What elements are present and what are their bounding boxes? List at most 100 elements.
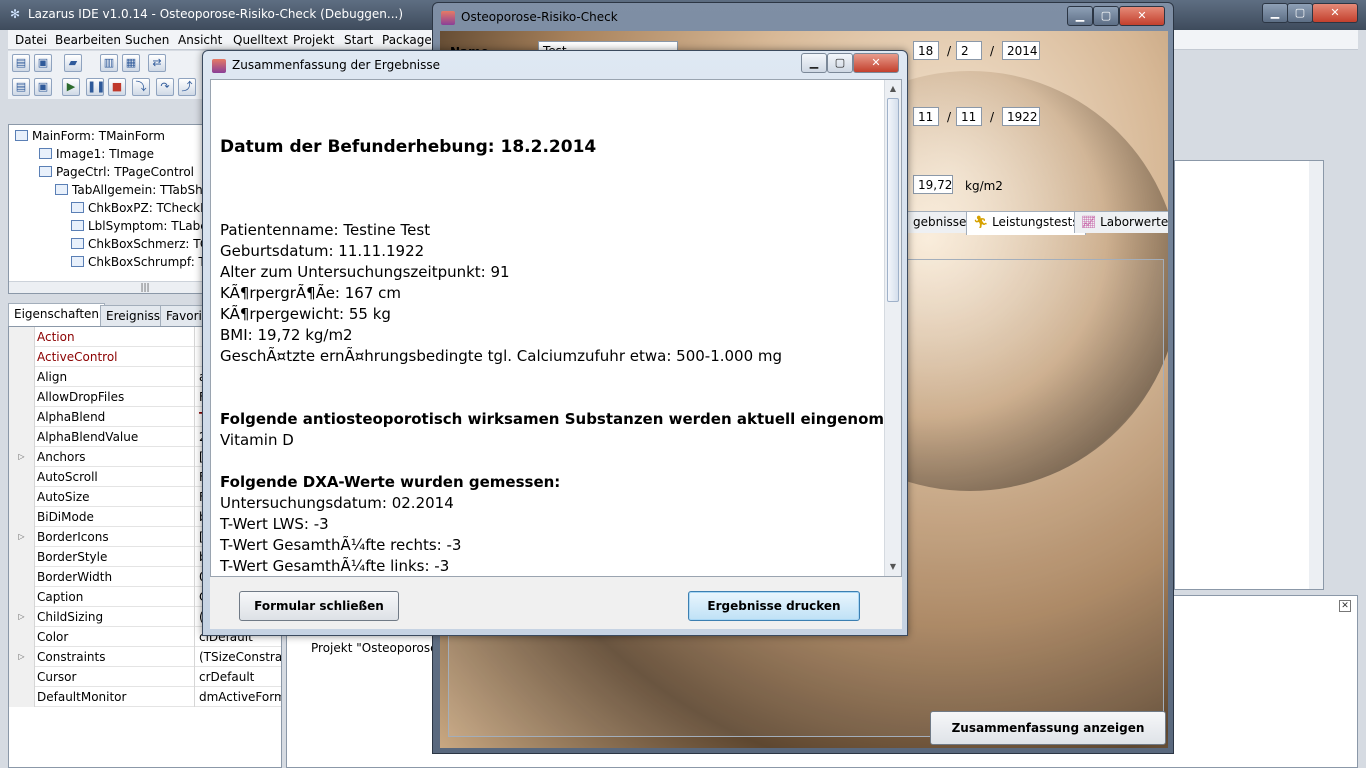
maximize-button[interactable]: ▢ — [1287, 3, 1313, 23]
property-row[interactable]: Cursor crDefault — [9, 667, 281, 687]
date-separator: / — [990, 110, 995, 124]
property-name: Align — [37, 370, 68, 384]
tab-eigenschaften[interactable]: Eigenschaften — [8, 303, 106, 326]
property-name: DefaultMonitor — [37, 690, 127, 704]
run-icon[interactable]: ▶ — [62, 78, 80, 96]
save-icon[interactable]: ▥ — [100, 54, 118, 72]
birth-year-field[interactable]: 1922 — [1002, 107, 1040, 126]
property-value[interactable]: dmActiveForm — [194, 687, 281, 707]
bmi-unit-label: kg/m2 — [965, 179, 1003, 193]
tree-item-image1[interactable]: Image1: TImage — [39, 147, 154, 164]
expand-arrow-icon[interactable]: ▷ — [9, 527, 35, 547]
view-units-icon[interactable]: ▤ — [12, 78, 30, 96]
tree-item-mainform[interactable]: MainForm: TMainForm — [15, 129, 165, 146]
maximize-button[interactable]: ▢ — [1093, 6, 1119, 26]
property-value[interactable]: (TSizeConstraint — [194, 647, 281, 667]
dialog-title: Zusammenfassung der Ergebnisse — [232, 58, 441, 72]
close-form-button[interactable]: Formular schließen — [239, 591, 399, 621]
stop-icon[interactable]: ■ — [108, 78, 126, 96]
bmi-field[interactable]: 19,72 — [913, 175, 953, 194]
close-button[interactable]: ✕ — [853, 53, 899, 73]
menu-datei[interactable]: Datei — [15, 33, 47, 47]
minimize-button[interactable]: ▁ — [801, 53, 827, 73]
scroll-thumb[interactable] — [887, 98, 899, 302]
component-node-icon — [71, 238, 84, 249]
row-gutter — [9, 427, 35, 447]
component-node-icon — [71, 256, 84, 267]
dxa-line: T-Wert LWS: -3 — [220, 515, 329, 533]
close-button[interactable]: ✕ — [1119, 6, 1165, 26]
row-gutter — [9, 507, 35, 527]
property-value[interactable]: crDefault — [194, 667, 281, 687]
menu-package[interactable]: Package — [382, 33, 432, 47]
tree-item-lblsymptom[interactable]: LblSymptom: TLabel — [71, 219, 211, 236]
pause-icon[interactable]: ❚❚ — [86, 78, 105, 96]
property-name: AlphaBlend — [37, 410, 106, 424]
tree-item-chkboxpz[interactable]: ChkBoxPZ: TCheckBo — [71, 201, 216, 218]
row-gutter — [9, 327, 35, 347]
component-node-icon — [71, 202, 84, 213]
property-row[interactable]: DefaultMonitor dmActiveForm — [9, 687, 281, 707]
tree-item-pagectrl[interactable]: PageCtrl: TPageControl — [39, 165, 194, 182]
menu-bearbeiten[interactable]: Bearbeiten — [55, 33, 121, 47]
form-title: Osteoporose-Risiko-Check — [461, 10, 618, 24]
report-title: Datum der Befunderhebung: 18.2.2014 — [220, 137, 597, 157]
scroll-down-arrow-icon[interactable]: ▼ — [887, 560, 899, 574]
row-gutter — [9, 587, 35, 607]
tree-item-taballgemein[interactable]: TabAllgemein: TTabShee — [55, 183, 217, 200]
print-results-button[interactable]: Ergebnisse drucken — [688, 591, 860, 621]
editor-scrollbar[interactable] — [1309, 161, 1323, 589]
step-out-icon[interactable]: ⤴ — [178, 78, 196, 96]
scroll-up-arrow-icon[interactable]: ▲ — [887, 82, 899, 96]
tree-item-chkboxschrumpf[interactable]: ChkBoxSchrumpf: TC — [71, 255, 214, 272]
menu-ansicht[interactable]: Ansicht — [178, 33, 222, 47]
expand-arrow-icon[interactable]: ▷ — [9, 447, 35, 467]
property-name: BiDiMode — [37, 510, 94, 524]
message-line: Projekt "Osteoporose-R — [311, 641, 451, 655]
property-name: AutoSize — [37, 490, 90, 504]
report-text-area[interactable]: Datum der Befunderhebung: 18.2.2014 Pati… — [210, 79, 902, 577]
dialog-body: Datum der Befunderhebung: 18.2.2014 Pati… — [210, 79, 902, 629]
maximize-button[interactable]: ▢ — [827, 53, 853, 73]
tree-item-chkboxschmerz[interactable]: ChkBoxSchmerz: TCh — [71, 237, 216, 254]
menu-suchen[interactable]: Suchen — [125, 33, 169, 47]
birth-day-field[interactable]: 11 — [913, 107, 939, 126]
menu-projekt[interactable]: Projekt — [293, 33, 334, 47]
new-unit-icon[interactable]: ▤ — [12, 54, 30, 72]
step-into-icon[interactable]: ⤵ — [132, 78, 150, 96]
tab-ergebnisse[interactable]: gebnisse — [906, 211, 974, 233]
property-name: Constraints — [37, 650, 106, 664]
property-row[interactable]: ▷Constraints (TSizeConstraint — [9, 647, 281, 667]
summary-dialog: Zusammenfassung der Ergebnisse ▁ ▢ ✕ Dat… — [202, 50, 908, 636]
ide-title: Lazarus IDE v1.0.14 - Osteoporose-Risiko… — [28, 7, 404, 21]
exam-month-field[interactable]: 2 — [956, 41, 982, 60]
show-summary-button[interactable]: Zusammenfassung anzeigen — [930, 711, 1166, 745]
step-over-icon[interactable]: ↷ — [156, 78, 174, 96]
property-name: BorderIcons — [37, 530, 109, 544]
open-folder-icon[interactable]: ▰ — [64, 54, 82, 72]
toggle-form-unit-icon[interactable]: ⇄ — [148, 54, 166, 72]
save-all-icon[interactable]: ▦ — [122, 54, 140, 72]
view-forms-icon[interactable]: ▣ — [34, 78, 52, 96]
close-icon[interactable]: ✕ — [1339, 600, 1351, 612]
expand-arrow-icon[interactable]: ▷ — [9, 647, 35, 667]
birth-month-field[interactable]: 11 — [956, 107, 982, 126]
row-gutter — [9, 547, 35, 567]
form-node-icon — [15, 130, 28, 141]
exam-day-field[interactable]: 18 — [913, 41, 939, 60]
new-form-icon[interactable]: ▣ — [34, 54, 52, 72]
minimize-button[interactable]: ▁ — [1067, 6, 1093, 26]
date-separator: / — [947, 110, 952, 124]
tab-leistungstests[interactable]: 🏃︎ Leistungstests — [966, 211, 1086, 235]
property-name: Action — [37, 330, 75, 344]
source-editor[interactable] — [1174, 160, 1324, 590]
tab-laborwerte[interactable]: 📈︎ Laborwerte — [1074, 211, 1168, 233]
close-button[interactable]: ✕ — [1312, 3, 1358, 23]
report-vertical-scrollbar[interactable]: ▲ ▼ — [884, 80, 901, 576]
menu-start[interactable]: Start — [344, 33, 373, 47]
exam-year-field[interactable]: 2014 — [1002, 41, 1040, 60]
expand-arrow-icon[interactable]: ▷ — [9, 607, 35, 627]
dxa-line: Untersuchungsdatum: 02.2014 — [220, 494, 454, 512]
minimize-button[interactable]: ▁ — [1262, 3, 1288, 23]
menu-quelltext[interactable]: Quelltext — [233, 33, 288, 47]
